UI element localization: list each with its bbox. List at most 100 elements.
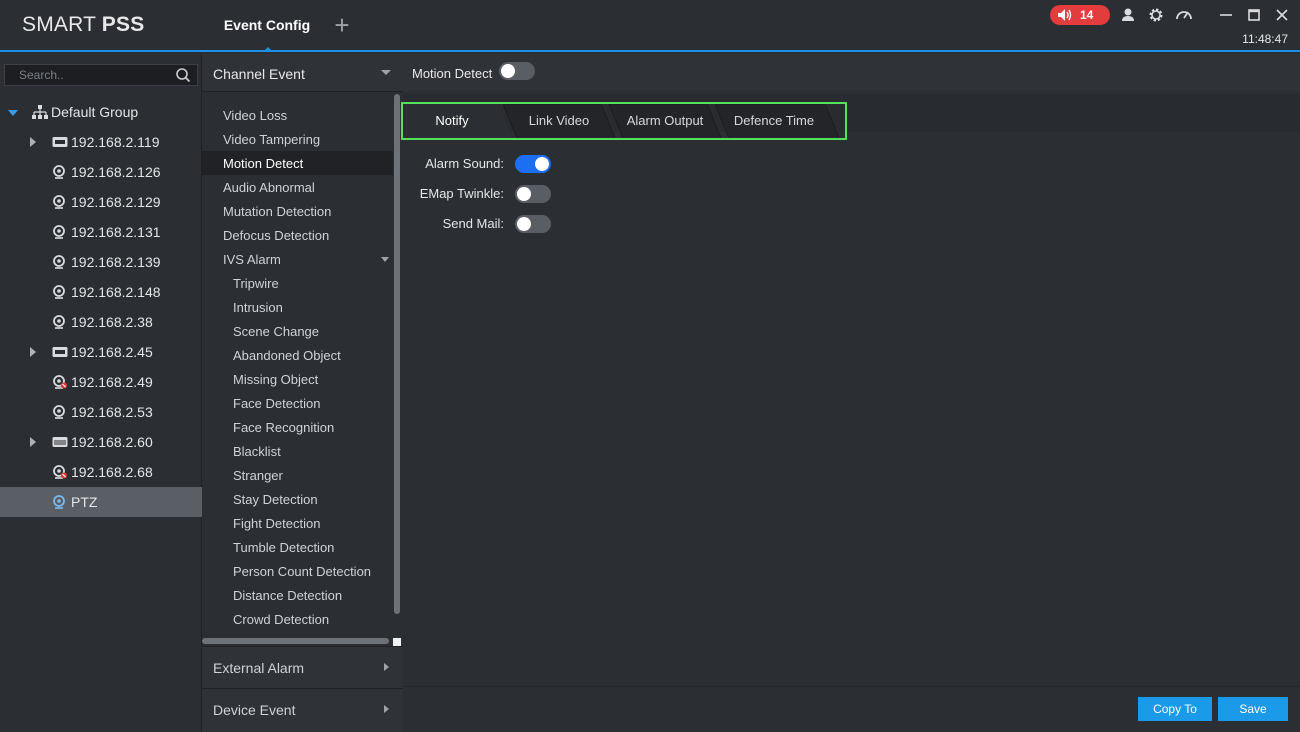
event-item[interactable]: Blacklist xyxy=(202,439,393,463)
tab-notify[interactable]: Notify xyxy=(403,104,513,138)
tab-event-config[interactable]: Event Config xyxy=(208,0,326,52)
expand-arrow-icon[interactable] xyxy=(30,437,36,447)
event-item-label: Blacklist xyxy=(233,444,281,459)
event-item[interactable]: Person Count Detection xyxy=(202,559,393,583)
collapse-arrow-icon[interactable] xyxy=(8,110,18,116)
event-item[interactable]: Motion Detect xyxy=(202,151,393,175)
option-toggle[interactable] xyxy=(515,215,551,233)
event-item[interactable]: Missing Object xyxy=(202,367,393,391)
alarm-count: 14 xyxy=(1080,8,1094,22)
event-item-label: IVS Alarm xyxy=(223,252,281,267)
save-button[interactable]: Save xyxy=(1218,697,1288,721)
device-item[interactable]: 192.168.2.45 xyxy=(0,337,202,367)
channel-event-header[interactable]: Channel Event xyxy=(202,54,403,92)
event-item[interactable]: IVS Alarm xyxy=(202,247,393,271)
search-input[interactable] xyxy=(5,65,171,85)
camera-icon xyxy=(52,375,68,389)
event-item[interactable]: Tumble Detection xyxy=(202,535,393,559)
event-item-label: Audio Abnormal xyxy=(223,180,315,195)
event-item-label: Stranger xyxy=(233,468,283,483)
toggle-knob xyxy=(517,187,531,201)
event-item[interactable]: Audio Abnormal xyxy=(202,175,393,199)
option-label: EMap Twinkle: xyxy=(419,186,504,201)
camera-icon xyxy=(52,495,68,509)
chevron-right-icon xyxy=(384,663,389,671)
device-label: 192.168.2.38 xyxy=(71,314,153,330)
toggle-knob xyxy=(517,217,531,231)
active-tab-indicator xyxy=(263,47,273,52)
search-icon[interactable] xyxy=(175,67,191,83)
tab-link-video-label: Link Video xyxy=(528,113,590,128)
event-item[interactable]: Video Loss xyxy=(202,103,393,127)
event-item[interactable]: Stay Detection xyxy=(202,487,393,511)
device-item[interactable]: PTZ xyxy=(0,487,202,517)
event-item[interactable]: Video Tampering xyxy=(202,127,393,151)
event-item[interactable]: Abandoned Object xyxy=(202,343,393,367)
page-title: Motion Detect xyxy=(412,66,493,81)
clock: 11:48:47 xyxy=(1242,32,1288,46)
tree-group-label: Default Group xyxy=(51,104,139,120)
device-item[interactable]: 192.168.2.129 xyxy=(0,187,202,217)
device-event-section[interactable]: Device Event xyxy=(202,688,403,732)
event-list-hscrollbar[interactable] xyxy=(202,638,389,644)
event-item[interactable]: Stranger xyxy=(202,463,393,487)
event-item-label: Mutation Detection xyxy=(223,204,332,219)
device-item[interactable]: 192.168.2.131 xyxy=(0,217,202,247)
device-item[interactable]: 192.168.2.38 xyxy=(0,307,202,337)
event-item[interactable]: Crowd Detection xyxy=(202,607,393,631)
event-item[interactable]: Face Detection xyxy=(202,391,393,415)
event-item[interactable]: Defocus Detection xyxy=(202,223,393,247)
add-tab-icon[interactable]: + xyxy=(331,12,353,38)
event-item[interactable]: Distance Detection xyxy=(202,583,393,607)
title-bar: SMART PSS Event Config + 14 11:48:47 xyxy=(0,0,1300,52)
device-item[interactable]: 192.168.2.53 xyxy=(0,397,202,427)
copy-to-button[interactable]: Copy To xyxy=(1138,697,1212,721)
dvr-icon xyxy=(52,435,68,449)
gauge-icon[interactable] xyxy=(1175,6,1193,24)
event-item-label: Face Recognition xyxy=(233,420,335,435)
tab-link-video[interactable]: Link Video xyxy=(503,104,615,138)
device-item[interactable]: 192.168.2.126 xyxy=(0,157,202,187)
expand-arrow-icon[interactable] xyxy=(30,137,36,147)
toggle-knob xyxy=(501,64,515,78)
maximize-icon[interactable] xyxy=(1245,6,1263,24)
event-item[interactable]: Scene Change xyxy=(202,319,393,343)
device-item[interactable]: 192.168.2.148 xyxy=(0,277,202,307)
event-item-label: Video Tampering xyxy=(223,132,321,147)
expand-arrow-icon[interactable] xyxy=(30,347,36,357)
external-alarm-section[interactable]: External Alarm xyxy=(202,646,403,688)
device-tree-panel: Default Group 192.168.2.119 192.168.2.126… xyxy=(0,54,202,732)
device-item[interactable]: 192.168.2.68 xyxy=(0,457,202,487)
tab-defence-time[interactable]: Defence Time xyxy=(715,104,839,138)
tree-group-default[interactable]: Default Group xyxy=(0,100,202,124)
speaker-icon xyxy=(1058,9,1072,21)
event-config-main: Motion Detect Notify Link Video Alarm Ou… xyxy=(401,54,1300,732)
event-item[interactable]: Mutation Detection xyxy=(202,199,393,223)
option-toggle[interactable] xyxy=(515,155,551,173)
device-label: 192.168.2.53 xyxy=(71,404,153,420)
tab-notify-label: Notify xyxy=(435,113,469,128)
device-label: 192.168.2.139 xyxy=(71,254,161,270)
event-item[interactable]: Intrusion xyxy=(202,295,393,319)
device-item[interactable]: 192.168.2.119 xyxy=(0,127,202,157)
device-label: PTZ xyxy=(71,494,98,510)
close-icon[interactable] xyxy=(1273,6,1291,24)
option-toggle[interactable] xyxy=(515,185,551,203)
minimize-icon[interactable] xyxy=(1217,6,1235,24)
gear-icon[interactable] xyxy=(1147,6,1165,24)
event-item[interactable]: Fight Detection xyxy=(202,511,393,535)
event-item-label: Missing Object xyxy=(233,372,319,387)
event-item[interactable]: Tripwire xyxy=(202,271,393,295)
event-item[interactable]: Face Recognition xyxy=(202,415,393,439)
camera-icon xyxy=(52,165,68,179)
scrollbar-thumb[interactable] xyxy=(394,94,400,614)
user-icon[interactable] xyxy=(1119,6,1137,24)
motion-detect-toggle[interactable] xyxy=(499,62,535,80)
device-item[interactable]: 192.168.2.60 xyxy=(0,427,202,457)
chevron-down-icon[interactable] xyxy=(381,257,389,262)
event-list-scrollbar[interactable] xyxy=(393,94,401,642)
alarm-count-badge[interactable]: 14 xyxy=(1050,5,1110,25)
tab-alarm-output[interactable]: Alarm Output xyxy=(609,104,721,138)
device-item[interactable]: 192.168.2.139 xyxy=(0,247,202,277)
device-item[interactable]: 192.168.2.49 xyxy=(0,367,202,397)
